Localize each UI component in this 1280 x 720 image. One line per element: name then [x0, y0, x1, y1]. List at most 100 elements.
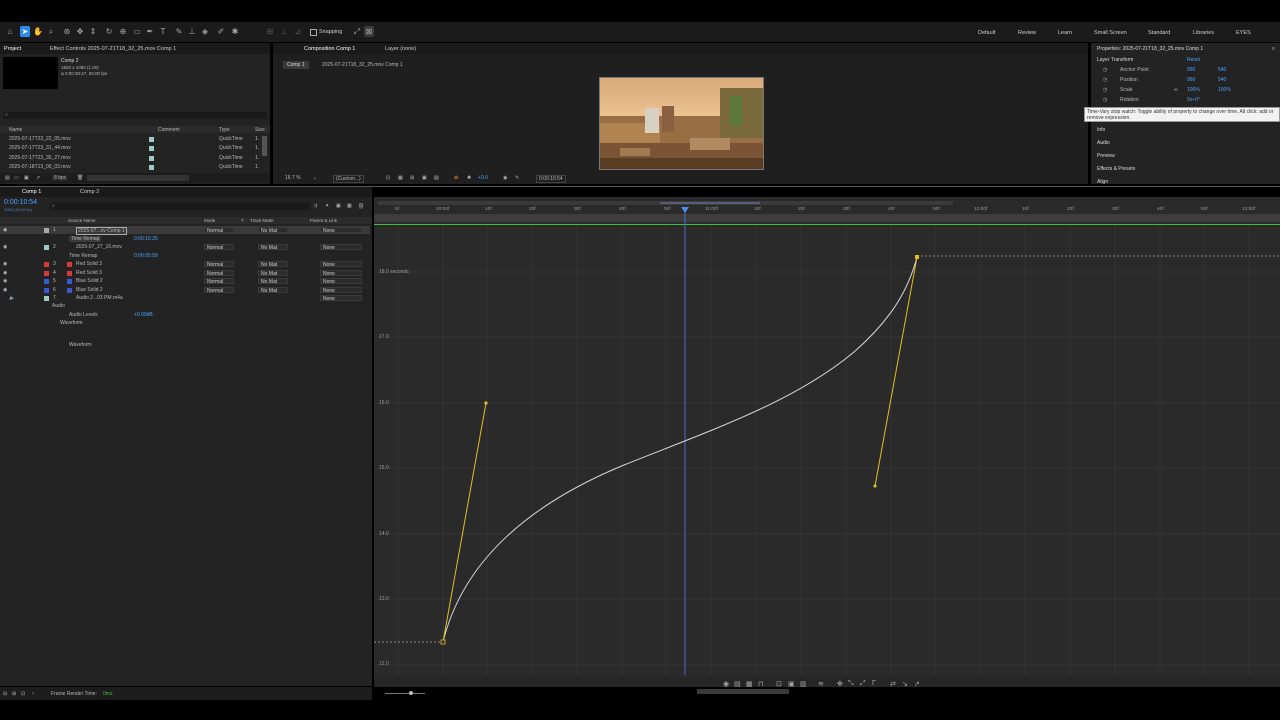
easy-ease-out-icon[interactable]: ↗ [914, 680, 920, 688]
layer-name[interactable]: Red Solid 3 [76, 270, 102, 276]
zoom-tool-icon[interactable]: ⌕ [46, 26, 56, 37]
graph-options-icon[interactable]: ▤ [734, 680, 741, 688]
workspace-small-screen[interactable]: Small Screen [1094, 30, 1127, 36]
list-item[interactable]: 2025-07-17T23_35_27.mov QuickTime 1. [0, 155, 265, 163]
zoom-slider-track[interactable] [385, 693, 425, 694]
transfer-controls-icon[interactable]: ⊞ [12, 691, 16, 697]
column-name[interactable]: Name [9, 127, 22, 133]
edit-selected-keyframes-icon[interactable]: ≋ [818, 680, 824, 688]
timeline-tab-comp1[interactable]: Comp 1 [22, 189, 41, 195]
grid-guides-icon[interactable]: ▤ [434, 175, 439, 181]
axis-icon[interactable]: ⟂ [279, 26, 289, 37]
parent-dropdown[interactable]: None [320, 244, 362, 251]
track-matte-dropdown[interactable]: No Mat [258, 278, 288, 285]
brush-tool-icon[interactable]: ✎ [174, 26, 184, 37]
track-matte-dropdown[interactable]: No Mat [258, 227, 288, 234]
composition-mini-flowchart-icon[interactable]: ⤨ [313, 203, 317, 209]
parent-dropdown[interactable]: None [320, 295, 362, 302]
audio-speaker-icon[interactable]: 🔈 [9, 295, 15, 301]
column-type[interactable]: Type [219, 127, 230, 133]
position-y[interactable]: 540 [1218, 77, 1226, 83]
constrain-proportions-icon[interactable]: ∞ [1174, 87, 1178, 93]
parent-dropdown[interactable]: None [320, 278, 362, 285]
track-matte-dropdown[interactable]: No Mat [258, 270, 288, 277]
table-row[interactable]: ◉ 3 Red Solid 3 Normal No Mat None [0, 260, 370, 268]
new-folder-icon[interactable]: ▭ [14, 175, 19, 181]
snapshot-camera-icon[interactable]: ◉ [503, 175, 507, 181]
show-properties-icon[interactable]: ◉ [723, 680, 729, 688]
project-settings-icon[interactable]: ➚ [36, 175, 40, 181]
zoom-slider-handle[interactable] [409, 691, 413, 695]
timeline-tab-comp2[interactable]: Comp 2 [80, 189, 99, 195]
scale-x[interactable]: 100% [1187, 87, 1200, 93]
parent-dropdown[interactable]: None [320, 227, 362, 234]
shy-layers-icon[interactable]: ▣ [336, 203, 341, 209]
table-row[interactable]: ◉ 6 Blue Solid 2 Normal No Mat None [0, 286, 370, 294]
show-transform-box-icon[interactable]: ▦ [746, 680, 753, 688]
table-row[interactable]: ◉ 2 2025-07_27_16.mov Normal No Mat None [0, 243, 370, 251]
column-source-name[interactable]: Source Name [68, 218, 96, 223]
current-time-indicator[interactable]: 0:00:10:54 [4, 199, 37, 206]
parent-dropdown[interactable]: None [320, 287, 362, 294]
anchor-point-x[interactable]: 960 [1187, 67, 1195, 73]
rotation-value[interactable]: 0x+0° [1187, 97, 1200, 103]
render-time-icon[interactable]: ◔ [31, 691, 34, 697]
world-axis-icon[interactable]: ⊿ [293, 26, 303, 37]
table-row[interactable]: 🔈 7 Audio 2...03 PM.m4a None [0, 294, 370, 302]
selection-tool-icon[interactable]: ➤ [20, 26, 30, 37]
anchor-tool-icon[interactable]: ⊕ [118, 26, 128, 37]
column-size[interactable]: Size [255, 127, 265, 133]
chevron-down-icon[interactable]: ⌄ [313, 175, 317, 181]
fit-all-icon[interactable]: ▣ [788, 680, 795, 688]
eye-icon[interactable]: ◉ [3, 270, 7, 276]
region-of-interest-icon[interactable]: ⊡ [386, 175, 390, 181]
exposure-value[interactable]: +0.0 [478, 175, 488, 181]
column-mode[interactable]: Mode [204, 218, 215, 223]
mode-dropdown[interactable]: Normal [204, 278, 234, 285]
layer-name[interactable]: Audio 2...03 PM.m4a [76, 295, 123, 301]
new-comp-icon[interactable]: ▣ [24, 175, 29, 181]
workspace-eyes[interactable]: EYES [1236, 30, 1251, 36]
exposure-reset-icon[interactable]: ✺ [467, 175, 471, 181]
mask-visibility-icon[interactable]: ⊞ [410, 175, 414, 181]
parent-dropdown[interactable]: None [320, 270, 362, 277]
parent-dropdown[interactable]: None [320, 261, 362, 268]
magnification-dropdown[interactable]: 16.7 % [285, 175, 301, 181]
list-item[interactable]: 2025-07-17T23_22_05.mov QuickTime 1. [0, 136, 265, 144]
composition-viewer-image[interactable] [599, 77, 764, 170]
eye-icon[interactable]: ◉ [3, 227, 7, 233]
track-matte-dropdown[interactable]: No Mat [258, 287, 288, 294]
anchor-point-y[interactable]: 540 [1218, 67, 1226, 73]
pen-tool-icon[interactable]: ✒ [145, 26, 155, 37]
timeline-search-input[interactable] [50, 203, 310, 210]
track-matte-dropdown[interactable]: No Mat [258, 244, 288, 251]
resolution-dropdown[interactable]: (Custom...) [333, 175, 364, 183]
easy-ease-icon[interactable]: ⇄ [890, 680, 896, 688]
table-row[interactable]: ◉ 4 Red Solid 3 Normal No Mat None [0, 269, 370, 277]
layer-name[interactable]: Blue Solid 2 [76, 287, 103, 293]
rotate-tool-icon[interactable]: ↻ [104, 26, 114, 37]
pan-tool-icon[interactable]: ✥ [75, 26, 85, 37]
tab-layer[interactable]: Layer (none) [385, 46, 416, 52]
mode-dropdown[interactable]: Normal [204, 227, 234, 234]
eraser-tool-icon[interactable]: ◈ [200, 26, 210, 37]
linear-keyframe-icon[interactable]: ⤡ [848, 680, 854, 688]
rectangle-tool-icon[interactable]: ▭ [132, 26, 142, 37]
home-icon[interactable]: ⌂ [5, 26, 15, 37]
project-hscrollbar[interactable] [87, 175, 189, 181]
column-track-matte[interactable]: Track Matte [250, 218, 274, 223]
panel-effects-presets[interactable]: Effects & Presets [1097, 166, 1135, 172]
current-time-display[interactable]: 0:00:10:54 [536, 175, 566, 183]
table-row[interactable]: ◉ 5 Blue Solid 2 Normal No Mat None [0, 277, 370, 285]
scale-y[interactable]: 100% [1218, 87, 1231, 93]
layer-switches-icon[interactable]: ⊟ [3, 691, 7, 697]
position-x[interactable]: 960 [1187, 77, 1195, 83]
eye-icon[interactable]: ◉ [3, 261, 7, 267]
layer-name[interactable]: 2025-07...ov Comp 1 [76, 227, 127, 235]
interpret-footage-icon[interactable]: ▤ [5, 175, 10, 181]
draft-3d-icon[interactable]: ✦ [325, 203, 329, 209]
panel-preview[interactable]: Preview [1097, 153, 1115, 159]
graph-editor-icon[interactable]: ⊡ [359, 203, 364, 209]
panel-info[interactable]: Info [1097, 127, 1105, 133]
hold-keyframe-icon[interactable]: ✥ [837, 680, 843, 688]
